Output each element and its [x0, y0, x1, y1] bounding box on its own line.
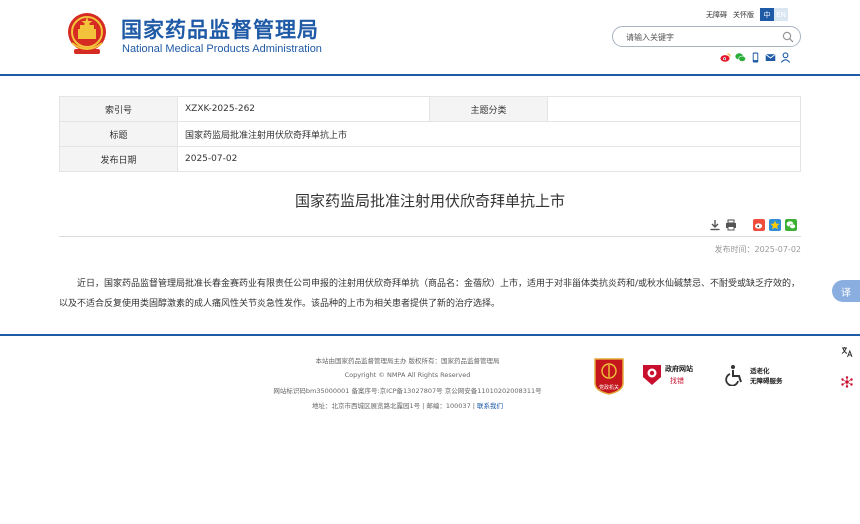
website-error-report-badge[interactable]: 政府网站 找错 [641, 362, 703, 388]
national-emblem-icon [68, 13, 106, 54]
publish-time: 发布时间：2025-07-02 [715, 244, 802, 255]
footer-registration[interactable]: 网站标识码bm35000001 备案序号:京ICP备13027807号 京公网安… [230, 385, 585, 395]
wechat-icon[interactable] [735, 52, 746, 63]
category-label: 主题分类 [429, 96, 548, 122]
error-report-subtitle: 找错 [670, 377, 684, 385]
wechat-share-icon[interactable] [785, 219, 797, 231]
accessibility-link[interactable]: 无障碍 [706, 10, 727, 20]
publish-time-label: 发布时间： [714, 245, 755, 254]
index-label: 索引号 [59, 96, 178, 122]
footer-divider [0, 334, 860, 336]
table-row: 发布日期 2025-07-02 [59, 146, 801, 172]
error-report-icon [643, 365, 661, 385]
date-value: 2025-07-02 [177, 146, 801, 172]
error-report-title: 政府网站 [665, 365, 693, 373]
site-header: 国家药品监督管理局 National Medical Products Admi… [0, 0, 860, 74]
search-box [612, 26, 801, 47]
weibo-share-icon[interactable] [753, 219, 765, 231]
footer-address-text: 地址：北京市西城区展览路北露园1号 | 邮编：100037 | [311, 402, 475, 410]
mobile-icon[interactable] [750, 52, 761, 63]
lang-zh-button[interactable]: 中 [760, 8, 774, 21]
contact-us-link[interactable]: 联系我们 [477, 402, 503, 410]
title-label: 标题 [59, 121, 178, 147]
floating-tool-panel [832, 340, 860, 402]
title-value: 国家药监局批准注射用伏欣奇拜单抗上市 [177, 121, 801, 147]
date-label: 发布日期 [59, 146, 178, 172]
network-share-icon[interactable] [841, 376, 853, 388]
article-title: 国家药监局批准注射用伏欣奇拜单抗上市 [294, 192, 565, 210]
document-info-table: 索引号 XZXK-2025-262 主题分类 标题 国家药监局批准注射用伏欣奇拜… [59, 96, 801, 172]
download-icon[interactable] [709, 219, 721, 231]
site-title-en[interactable]: National Medical Products Administration [122, 43, 322, 55]
user-icon[interactable] [780, 52, 791, 63]
publish-time-value: 2025-07-02 [754, 245, 802, 254]
accessibility-title: 适老化 [750, 367, 770, 375]
footer-address: 地址：北京市西城区展览路北露园1号 | 邮编：100037 | 联系我们 [230, 400, 585, 410]
table-row: 标题 国家药监局批准注射用伏欣奇拜单抗上市 [59, 121, 801, 147]
accessibility-subtitle: 无障碍服务 [750, 377, 783, 385]
lang-en-button[interactable]: EN [774, 8, 788, 21]
footer-sponsor: 本站由国家药品监督管理局主办 版权所有：国家药品监督管理局 [315, 357, 500, 365]
table-row: 索引号 XZXK-2025-262 主题分类 [59, 96, 801, 122]
header-social-icons [720, 52, 791, 63]
weibo-icon[interactable] [720, 52, 731, 63]
print-icon[interactable] [725, 219, 737, 231]
search-input[interactable] [626, 31, 776, 43]
party-badge-label: 党政机关 [598, 385, 619, 391]
title-divider [59, 236, 801, 237]
qzone-share-icon[interactable] [769, 219, 781, 231]
article-body: 近日，国家药品监督管理局批准长春金赛药业有限责任公司申报的注射用伏欣奇拜单抗（商… [59, 279, 801, 309]
wheelchair-icon [725, 365, 742, 386]
footer-copyright: Copyright © NMPA All Rights Reserved [344, 371, 471, 379]
translate-button[interactable]: 译 [832, 280, 860, 302]
elderly-accessibility-badge[interactable]: 适老化 无障碍服务 [724, 363, 794, 387]
top-links: 无障碍 关怀版 中 EN [706, 8, 794, 21]
index-value: XZXK-2025-262 [177, 96, 430, 122]
mail-icon[interactable] [765, 52, 776, 63]
language-switch-icon[interactable] [841, 346, 853, 358]
article-tools [709, 219, 797, 231]
site-title-cn[interactable]: 国家药品监督管理局 [121, 14, 319, 44]
elderly-mode-link[interactable]: 关怀版 [733, 10, 754, 20]
party-government-badge[interactable]: 党政机关 [592, 357, 626, 395]
header-divider [0, 74, 860, 76]
category-value [547, 96, 801, 122]
search-icon[interactable] [782, 31, 794, 43]
